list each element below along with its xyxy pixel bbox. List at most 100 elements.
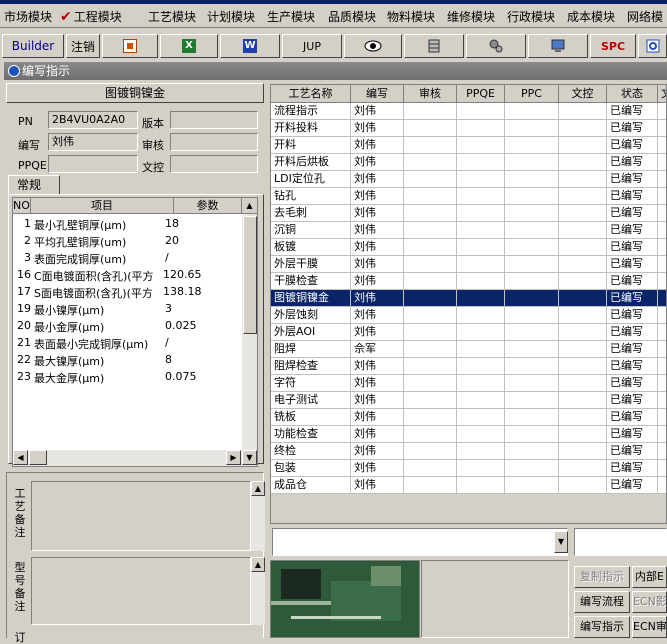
doc-control-cell xyxy=(559,256,607,273)
scroll-down-icon[interactable]: ▼ xyxy=(242,450,257,465)
filter-dropdown-1[interactable]: ▼ xyxy=(272,528,568,556)
tab-general[interactable]: 常规 xyxy=(8,175,60,195)
process-row[interactable]: 外层干膜 刘伟 已编写 xyxy=(271,256,666,273)
builder-button[interactable]: Builder xyxy=(2,34,64,58)
scroll-right-icon[interactable]: ▶ xyxy=(226,450,241,465)
menu-network[interactable]: 网络模 xyxy=(627,8,663,25)
process-row[interactable]: 阻焊 佘军 已编写 xyxy=(271,341,666,358)
copy-instruction-button[interactable]: 复制指示 xyxy=(574,566,630,588)
process-row[interactable]: 包装 刘伟 已编写 xyxy=(271,460,666,477)
param-row[interactable]: 21 表面最小完成铜厚(μm) / xyxy=(13,334,243,351)
logout-button[interactable]: 注销 xyxy=(66,34,100,58)
process-name-cell: 去毛刺 xyxy=(271,205,351,222)
jup-button[interactable]: JUP xyxy=(282,34,342,58)
menu-material[interactable]: 物料模块 xyxy=(387,8,435,25)
write-instruction-button[interactable]: 编写指示 xyxy=(574,616,630,638)
scroll-up-icon[interactable]: ▲ xyxy=(251,557,265,572)
menu-maintenance[interactable]: 维修模块 xyxy=(447,8,495,25)
param-row[interactable]: 1 最小孔壁铜厚(μm) 18 xyxy=(13,215,243,232)
col-header-extra: 文 xyxy=(658,85,666,103)
spc-button[interactable]: SPC xyxy=(590,34,636,58)
process-row[interactable]: 外层AOI 刘伟 已编写 xyxy=(271,324,666,341)
menu-admin[interactable]: 行政模块 xyxy=(507,8,555,25)
menu-engineering[interactable]: ✔ 工程模块 xyxy=(60,8,122,25)
menu-market[interactable]: 市场模块 xyxy=(4,8,52,25)
ppqe-field[interactable] xyxy=(48,155,138,173)
menu-process[interactable]: 工艺模块 xyxy=(148,8,196,25)
process-row[interactable]: 终检 刘伟 已编写 xyxy=(271,443,666,460)
process-row[interactable]: 流程指示 刘伟 已编写 xyxy=(271,103,666,120)
process-row[interactable]: 开料后烘板 刘伟 已编写 xyxy=(271,154,666,171)
process-row[interactable]: 字符 刘伟 已编写 xyxy=(271,375,666,392)
ecn-impact-button[interactable]: ECN影 xyxy=(632,591,667,613)
computer-button[interactable] xyxy=(528,34,588,58)
param-value: 18 xyxy=(165,217,179,230)
ppc-cell xyxy=(505,273,559,290)
menu-quality[interactable]: 品质模块 xyxy=(328,8,376,25)
process-row[interactable]: 开料投料 刘伟 已编写 xyxy=(271,120,666,137)
param-row[interactable]: 2 平均孔壁铜厚(um) 20 xyxy=(13,232,243,249)
menu-production[interactable]: 生产模块 xyxy=(267,8,315,25)
process-row[interactable]: 外层蚀刻 刘伟 已编写 xyxy=(271,307,666,324)
param-row[interactable]: 3 表面完成铜厚(um) / xyxy=(13,249,243,266)
process-name-cell: 成品仓 xyxy=(271,477,351,494)
review-label: 审核 xyxy=(142,139,164,152)
view-button[interactable] xyxy=(344,34,402,58)
status-cell: 已编写 xyxy=(607,171,658,188)
param-row[interactable]: 17 S面电镀面积(含孔)(平方 138.18 xyxy=(13,283,243,300)
exit-button[interactable] xyxy=(638,34,667,58)
param-vscrollbar[interactable] xyxy=(242,214,257,450)
process-row[interactable]: 功能检查 刘伟 已编写 xyxy=(271,426,666,443)
param-row[interactable]: 16 C面电镀面积(含孔)(平方 120.65 xyxy=(13,266,243,283)
scroll-left-icon[interactable]: ◀ xyxy=(13,450,28,465)
database-button[interactable] xyxy=(404,34,464,58)
process-row[interactable]: 去毛刺 刘伟 已编写 xyxy=(271,205,666,222)
process-row[interactable]: 沉铜 刘伟 已编写 xyxy=(271,222,666,239)
gears-icon xyxy=(489,39,503,53)
process-row[interactable]: 开料 刘伟 已编写 xyxy=(271,137,666,154)
menu-cost[interactable]: 成本模块 xyxy=(567,8,615,25)
version-field[interactable] xyxy=(170,111,258,129)
doc-control-cell xyxy=(559,341,607,358)
secondary-preview xyxy=(421,560,569,638)
process-row[interactable]: 板镀 刘伟 已编写 xyxy=(271,239,666,256)
settings-button[interactable] xyxy=(466,34,526,58)
author-field[interactable]: 刘伟 xyxy=(48,133,138,151)
process-row[interactable]: 阻焊检查 刘伟 已编写 xyxy=(271,358,666,375)
word-button[interactable]: W xyxy=(220,34,280,58)
ppt-button[interactable] xyxy=(102,34,158,58)
param-row[interactable]: 23 最大金厚(μm) 0.075 xyxy=(13,368,243,385)
review-field[interactable] xyxy=(170,133,258,151)
chevron-down-icon[interactable]: ▼ xyxy=(554,531,568,553)
scroll-up-icon[interactable]: ▲ xyxy=(251,481,265,496)
process-row[interactable]: 干膜检查 刘伟 已编写 xyxy=(271,273,666,290)
process-row[interactable]: 图镀铜镍金 刘伟 已编写 xyxy=(271,290,666,307)
param-row[interactable]: 20 最小金厚(μm) 0.025 xyxy=(13,317,243,334)
param-row[interactable]: 19 最小镍厚(μm) 3 xyxy=(13,300,243,317)
param-hscrollbar[interactable]: ◀ ▶ ▼ xyxy=(13,450,257,466)
process-row[interactable]: 成品仓 刘伟 已编写 xyxy=(271,477,666,494)
filter-dropdown-2[interactable] xyxy=(574,528,667,556)
model-remark-scrollbar[interactable]: ▲ xyxy=(251,557,265,625)
process-row[interactable]: 铣板 刘伟 已编写 xyxy=(271,409,666,426)
doc-control-cell xyxy=(559,273,607,290)
model-remark-field[interactable] xyxy=(31,557,251,625)
author-cell: 刘伟 xyxy=(351,307,404,324)
ecn-review-button[interactable]: ECN审 xyxy=(632,616,667,638)
excel-button[interactable]: X xyxy=(160,34,218,58)
process-remark-scrollbar[interactable]: ▲ xyxy=(251,481,265,551)
status-cell: 已编写 xyxy=(607,154,658,171)
process-remark-field[interactable] xyxy=(31,481,251,551)
param-vscroll-thumb[interactable] xyxy=(243,216,257,334)
process-row[interactable]: 钻孔 刘伟 已编写 xyxy=(271,188,666,205)
process-row[interactable]: 电子测试 刘伟 已编写 xyxy=(271,392,666,409)
param-hscroll-thumb[interactable] xyxy=(29,450,47,465)
write-flow-button[interactable]: 编写流程 xyxy=(574,591,630,613)
internal-ecn-button[interactable]: 内部E xyxy=(632,566,667,588)
ppqe-cell xyxy=(457,154,505,171)
pn-field[interactable]: 2B4VU0A2A0 xyxy=(48,111,138,129)
param-row[interactable]: 22 最大镍厚(μm) 8 xyxy=(13,351,243,368)
process-row[interactable]: LDI定位孔 刘伟 已编写 xyxy=(271,171,666,188)
doc-control-field[interactable] xyxy=(170,155,258,173)
menu-planning[interactable]: 计划模块 xyxy=(207,8,255,25)
